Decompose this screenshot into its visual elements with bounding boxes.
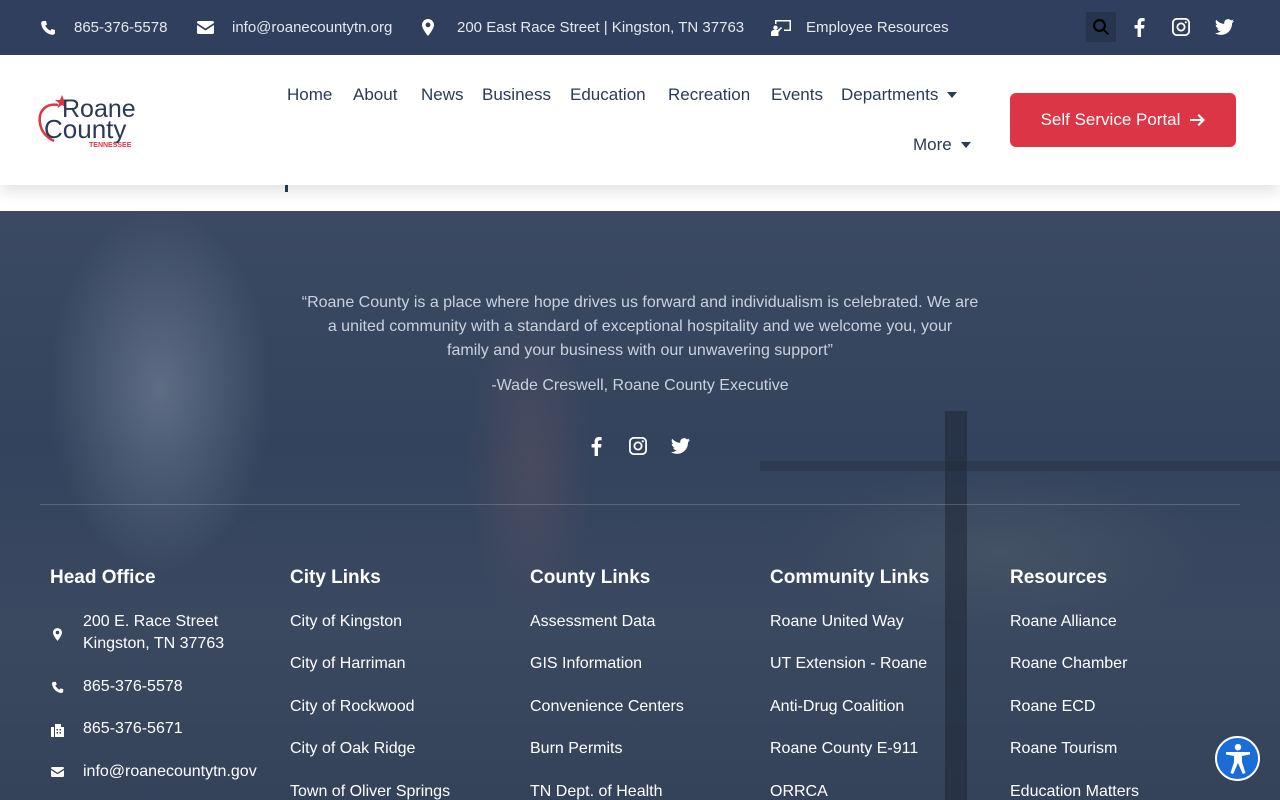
footer-twitter-link[interactable] (669, 435, 691, 457)
fax-icon (50, 723, 64, 737)
search-button[interactable] (1086, 12, 1116, 42)
topbar-employee-text: Employee Resources (806, 19, 949, 36)
main-header: Roane County TENNESSEE Home About News B… (0, 55, 1280, 185)
topbar-email[interactable]: info@roanecountytn.org (197, 0, 392, 55)
quote-author: -Wade Creswell, Roane County Executive (491, 377, 789, 394)
city-link-item[interactable]: City of Oak Ridge (290, 740, 415, 758)
topbar-employee-resources[interactable]: Employee Resources (771, 0, 949, 55)
community-links-title: Community Links (770, 567, 930, 588)
phone-icon (51, 681, 63, 693)
logo-text-county: County (44, 114, 126, 144)
county-link-item[interactable]: Burn Permits (530, 740, 622, 758)
nav-departments-label: Departments (841, 85, 939, 104)
city-link-item[interactable]: City of Kingston (290, 613, 402, 631)
county-link-item[interactable]: Convenience Centers (530, 698, 684, 716)
resource-link-item[interactable]: Roane Chamber (1010, 655, 1127, 673)
top-bar: 865-376-5578 info@roanecountytn.org 200 … (0, 0, 1280, 55)
topbar-phone[interactable]: 865-376-5578 (40, 0, 167, 55)
county-link-item[interactable]: GIS Information (530, 655, 642, 673)
topbar-twitter-link[interactable] (1213, 16, 1235, 38)
resource-link-item[interactable]: Roane ECD (1010, 698, 1095, 716)
mail-icon (197, 21, 214, 34)
nav-more-label: More (913, 135, 952, 154)
community-link-item[interactable]: Anti-Drug Coalition (770, 698, 904, 716)
nav-more[interactable]: More (913, 135, 971, 155)
office-address-pin (50, 627, 64, 641)
footer-divider (40, 504, 1240, 505)
office-fax: 865-376-5671 (83, 720, 183, 737)
topbar-email-text: info@roanecountytn.org (232, 19, 393, 36)
nav-events[interactable]: Events (771, 85, 823, 105)
head-office-title: Head Office (50, 567, 156, 588)
city-links-title: City Links (290, 567, 381, 588)
nav-home[interactable]: Home (287, 85, 332, 105)
topbar-phone-text: 865-376-5578 (74, 19, 168, 36)
nav-departments[interactable]: Departments (841, 85, 958, 105)
roane-county-logo[interactable]: Roane County TENNESSEE (38, 93, 150, 149)
accessibility-button[interactable] (1215, 736, 1260, 781)
office-address-line-1: 200 E. Race Street (83, 613, 219, 630)
nav-about[interactable]: About (353, 85, 397, 105)
logo-text-tennessee: TENNESSEE (89, 142, 132, 149)
topbar-instagram-link[interactable] (1170, 16, 1192, 38)
quote-line-1: “Roane County is a place where hope driv… (301, 294, 979, 311)
footer-hero: “Roane County is a place where hope driv… (0, 211, 1280, 800)
resource-link-item[interactable]: Roane Alliance (1010, 613, 1117, 631)
city-link-item[interactable]: Town of Oliver Springs (290, 783, 450, 800)
topbar-address[interactable]: 200 East Race Street | Kingston, TN 3776… (422, 0, 744, 55)
facebook-icon (1134, 17, 1145, 37)
resource-link-item[interactable]: Roane Tourism (1010, 740, 1117, 758)
city-link-item[interactable]: City of Rockwood (290, 698, 415, 716)
accessibility-icon (1225, 743, 1250, 774)
quote-line-3: family and your business with our unwave… (447, 342, 833, 359)
fence-rail-decoration (760, 461, 1280, 471)
mail-icon (50, 767, 64, 777)
arrow-right-icon (1190, 114, 1206, 126)
instagram-icon (1172, 18, 1190, 36)
office-fax-icon-wrap (50, 723, 64, 737)
quote-line-2: a united community with a standard of ex… (327, 318, 953, 335)
self-service-portal-button[interactable]: Self Service Portal (1010, 93, 1236, 147)
office-phone-link[interactable]: 865-376-5578 (83, 676, 183, 698)
nav-education[interactable]: Education (570, 85, 646, 105)
map-pin-icon (422, 19, 434, 36)
community-link-item[interactable]: Roane County E-911 (770, 740, 918, 758)
resource-link-item[interactable]: Education Matters (1010, 783, 1139, 800)
nav-business[interactable]: Business (482, 85, 551, 105)
community-link-item[interactable]: Roane United Way (770, 613, 904, 631)
county-link-item[interactable]: TN Dept. of Health (530, 783, 663, 800)
county-quote: “Roane County is a place where hope driv… (260, 291, 1020, 363)
twitter-icon (1214, 19, 1234, 35)
community-link-item[interactable]: UT Extension - Roane (770, 655, 927, 673)
city-link-item[interactable]: City of Harriman (290, 655, 406, 673)
footer-instagram-link[interactable] (627, 435, 649, 457)
facebook-icon (591, 436, 602, 456)
office-mail-icon-wrap (50, 765, 64, 779)
topbar-address-text: 200 East Race Street | Kingston, TN 3776… (457, 19, 745, 36)
nav-news[interactable]: News (421, 85, 464, 105)
search-icon (1093, 19, 1109, 35)
county-links-title: County Links (530, 567, 651, 588)
office-phone-icon-wrap (50, 680, 64, 694)
topbar-facebook-link[interactable] (1128, 16, 1150, 38)
twitter-icon (670, 438, 690, 454)
content-fragment (285, 185, 288, 192)
office-address-line-2: Kingston, TN 37763 (83, 635, 225, 652)
county-link-item[interactable]: Assessment Data (530, 613, 655, 631)
community-link-item[interactable]: ORRCA (770, 783, 828, 800)
office-address: 200 E. Race Street Kingston, TN 37763 (83, 611, 224, 655)
office-email-link[interactable]: info@roanecountytn.gov (83, 761, 257, 783)
nav-recreation[interactable]: Recreation (668, 85, 750, 105)
content-strip (0, 185, 1280, 211)
employee-icon (771, 19, 791, 36)
map-pin-icon (52, 627, 62, 641)
resources-title: Resources (1010, 567, 1108, 588)
chevron-down-icon (960, 142, 971, 148)
chevron-down-icon (947, 92, 958, 98)
instagram-icon (629, 437, 647, 455)
footer-facebook-link[interactable] (585, 435, 607, 457)
phone-icon (41, 20, 55, 35)
portal-button-label: Self Service Portal (1040, 110, 1181, 129)
